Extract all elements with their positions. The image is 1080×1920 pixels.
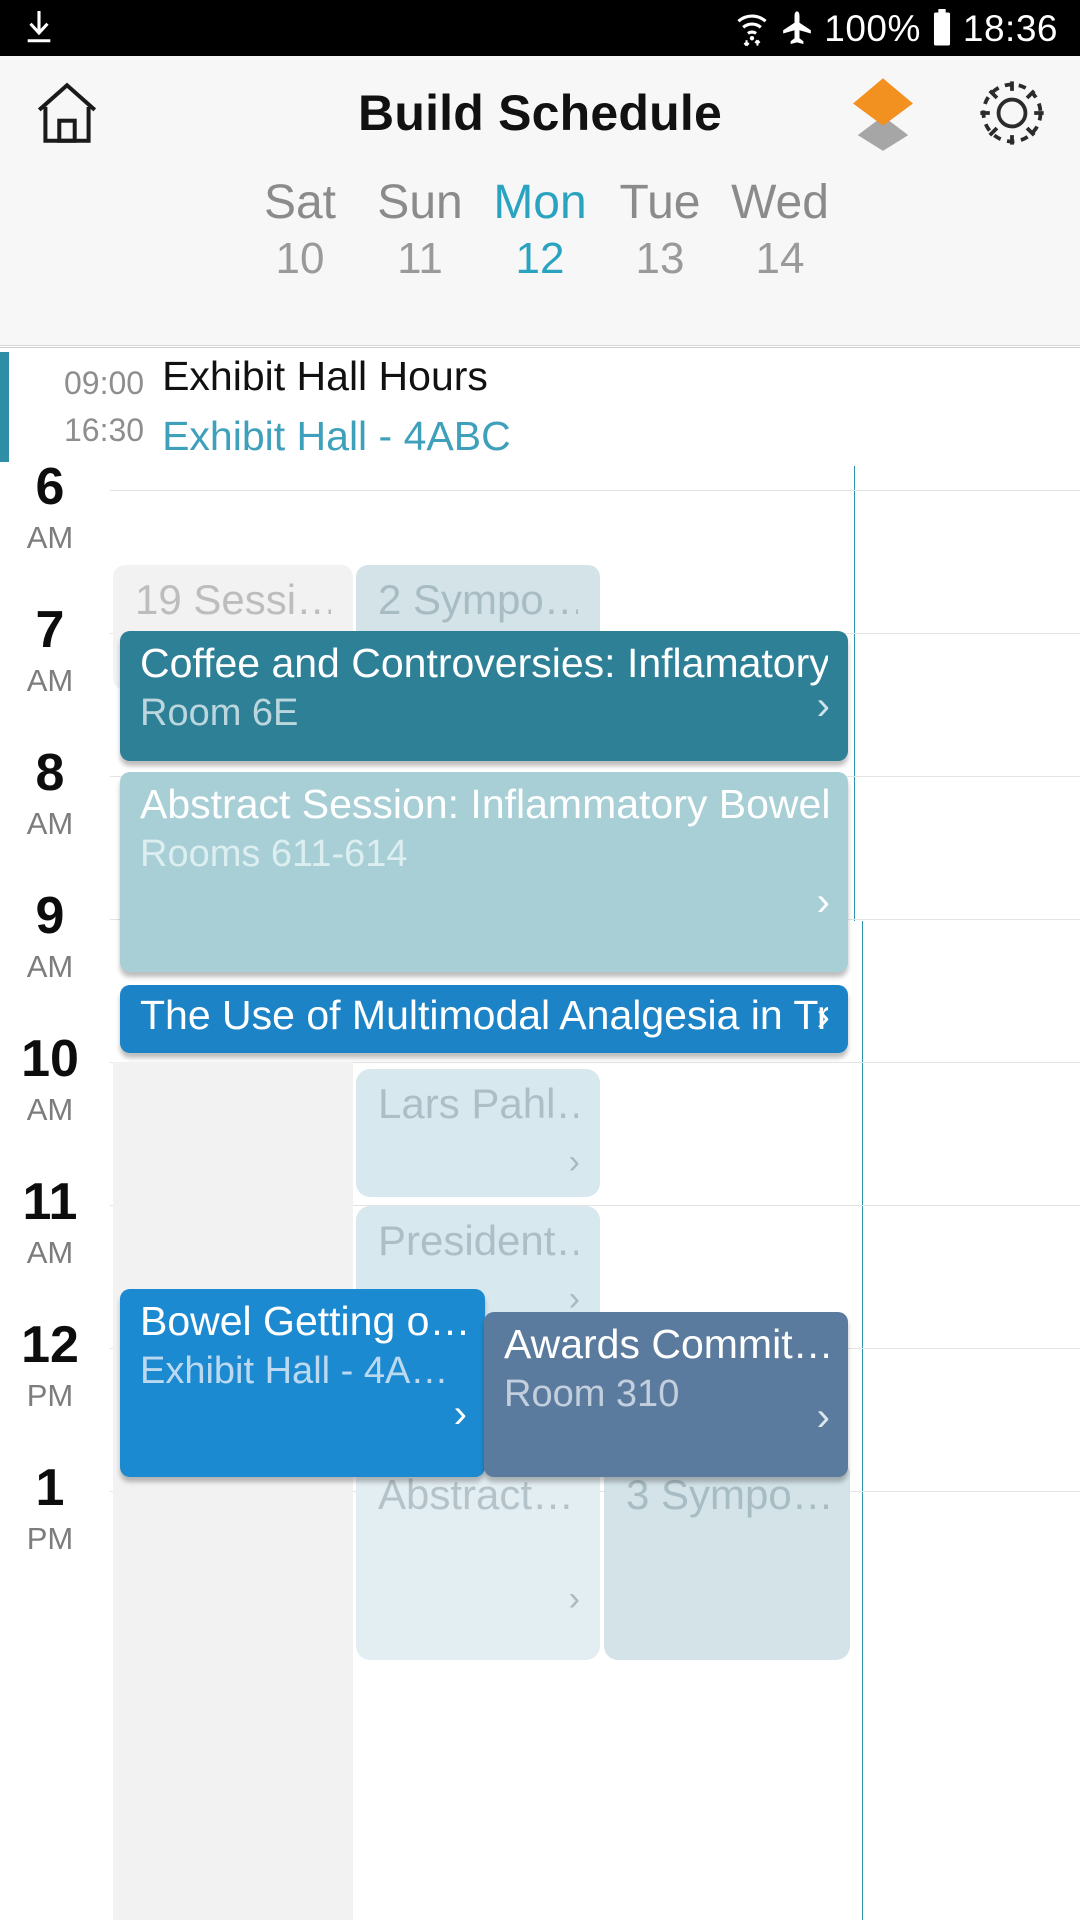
- day-tab-number: 12: [515, 234, 565, 284]
- hour-period: AM: [26, 1235, 74, 1270]
- header-actions: [842, 72, 1050, 154]
- day-tab-name: Sun: [377, 176, 463, 229]
- app-header: Build Schedule: [0, 56, 1080, 170]
- status-bar-right: 100% 18:36: [734, 9, 1058, 47]
- gear-icon[interactable]: [974, 75, 1050, 151]
- chevron-right-icon: ›: [816, 1395, 830, 1439]
- day-tab-number: 13: [635, 234, 685, 284]
- hour-gutter: 6 AM 7 AM 8 AM 9 AM 10 AM 11 AM 12 PM 1 …: [0, 466, 110, 1920]
- status-bar-left: [22, 8, 56, 48]
- hour-number: 8: [35, 744, 65, 802]
- day-tab-number: 10: [275, 234, 325, 284]
- hour-label-10am: 10 AM: [0, 1033, 100, 1125]
- battery-percent-label: 100%: [824, 7, 921, 49]
- day-tab-wed[interactable]: Wed 14: [720, 176, 840, 284]
- background-block-abstract[interactable]: Abstract… ›: [356, 1460, 600, 1660]
- hour-number: 11: [22, 1173, 78, 1231]
- background-block-label: 19 Sessi…: [135, 577, 331, 623]
- background-block-label: Lars Pahl…: [378, 1081, 578, 1127]
- hour-label-1pm: 1 PM: [0, 1462, 100, 1554]
- hour-period: PM: [26, 1378, 74, 1413]
- all-day-start-time: 09:00: [64, 365, 145, 402]
- day-tab-tue[interactable]: Tue 13: [600, 176, 720, 284]
- background-block-label: Abstract…: [378, 1472, 575, 1518]
- schedule-timeline[interactable]: 6 AM 7 AM 8 AM 9 AM 10 AM 11 AM 12 PM 1 …: [0, 466, 1080, 1920]
- chevron-right-icon: ›: [816, 880, 830, 924]
- event-title: Awards Commit…: [504, 1322, 828, 1367]
- event-location: Rooms 611-614: [140, 832, 408, 875]
- hour-number: 10: [21, 1030, 79, 1088]
- hour-number: 12: [21, 1316, 79, 1374]
- event-title: Abstract Session: Inflammatory Bowel…: [140, 782, 828, 827]
- hour-label-6am: 6 AM: [0, 466, 100, 553]
- background-block-lars-pahl[interactable]: Lars Pahl… ›: [356, 1069, 600, 1197]
- all-day-times: 09:00 16:30: [64, 360, 144, 453]
- hour-period: AM: [26, 520, 74, 555]
- day-tab-name: Sat: [263, 176, 337, 229]
- event-title: Bowel Getting o…: [140, 1299, 465, 1344]
- hour-number: 6: [35, 466, 65, 516]
- hour-label-12pm: 12 PM: [0, 1319, 100, 1411]
- hour-period: PM: [26, 1521, 74, 1556]
- day-tab-name: Mon: [493, 176, 587, 229]
- day-tab-name: Wed: [731, 176, 829, 229]
- day-tab-number: 14: [755, 234, 805, 284]
- background-block-3-symposia[interactable]: 3 Sympo…: [604, 1460, 850, 1660]
- day-tab-name: Tue: [619, 176, 701, 229]
- hour-label-9am: 9 AM: [0, 890, 100, 982]
- layers-diamond-icon[interactable]: [842, 72, 924, 154]
- background-block-label: 2 Sympo…: [378, 577, 578, 623]
- all-day-end-time: 16:30: [64, 411, 145, 448]
- event-title: Coffee and Controversies: Inflamatory…: [140, 641, 828, 686]
- status-bar: 100% 18:36: [0, 0, 1080, 56]
- event-location: Exhibit Hall - 4A…: [140, 1349, 449, 1392]
- hour-period: AM: [26, 1092, 74, 1127]
- day-tab-mon-selected[interactable]: Mon 12: [480, 176, 600, 284]
- chevron-right-icon: ›: [816, 684, 830, 728]
- download-icon: [27, 10, 51, 43]
- event-title: The Use of Multimodal Analgesia in Tr…: [140, 993, 828, 1038]
- airplane-mode-icon: [783, 11, 812, 45]
- chevron-right-icon: ›: [453, 1392, 467, 1436]
- event-card-multimodal-analgesia[interactable]: The Use of Multimodal Analgesia in Tr… ›: [120, 985, 848, 1053]
- day-tab-sun[interactable]: Sun 11: [360, 176, 480, 284]
- hour-period: AM: [26, 806, 74, 841]
- battery-icon: [933, 9, 950, 46]
- background-column-left-lower: [113, 1492, 353, 1920]
- all-day-location: Exhibit Hall - 4ABC: [162, 412, 511, 459]
- event-location: Room 310: [504, 1372, 680, 1415]
- event-card-bowel-getting[interactable]: Bowel Getting o… Exhibit Hall - 4A… ›: [120, 1289, 485, 1477]
- all-day-texts: Exhibit Hall Hours Exhibit Hall - 4ABC: [162, 347, 511, 466]
- day-selector-strip[interactable]: Sat 10 Sun 11 Mon 12 Tue 13 Wed 14: [0, 170, 1080, 346]
- day-tab-number: 11: [397, 234, 443, 284]
- hour-gridline: [110, 490, 1080, 491]
- all-day-event-banner[interactable]: 09:00 16:30 Exhibit Hall Hours Exhibit H…: [0, 347, 1080, 465]
- hour-number: 1: [35, 1459, 65, 1517]
- event-card-awards-committee[interactable]: Awards Commit… Room 310 ›: [484, 1312, 848, 1477]
- chevron-right-icon: ›: [568, 1580, 580, 1618]
- all-day-accent-bar: [0, 351, 9, 462]
- hour-period: AM: [26, 663, 74, 698]
- event-card-coffee-controversies[interactable]: Coffee and Controversies: Inflamatory… R…: [120, 631, 848, 761]
- hour-label-11am: 11 AM: [0, 1176, 100, 1268]
- day-edge-line-right-lower: [862, 921, 863, 1920]
- background-block-label: President…: [378, 1218, 578, 1264]
- background-block-label: 3 Sympo…: [626, 1472, 828, 1518]
- clock-label: 18:36: [962, 7, 1058, 49]
- event-card-abstract-session[interactable]: Abstract Session: Inflammatory Bowel… Ro…: [120, 772, 848, 972]
- hour-number: 7: [35, 601, 65, 659]
- day-tab-sat[interactable]: Sat 10: [240, 176, 360, 284]
- home-icon[interactable]: [30, 76, 104, 150]
- app-screen: 100% 18:36 Build Schedule Sat 10 Sun 11 …: [0, 0, 1080, 1920]
- chevron-right-icon: ›: [816, 995, 830, 1039]
- chevron-right-icon: ›: [568, 1143, 580, 1181]
- hour-label-7am: 7 AM: [0, 604, 100, 696]
- day-edge-line-right: [854, 466, 855, 921]
- all-day-title: Exhibit Hall Hours: [162, 353, 488, 400]
- hour-label-8am: 8 AM: [0, 747, 100, 839]
- wifi-icon: [737, 14, 767, 47]
- hour-number: 9: [35, 887, 65, 945]
- hour-period: AM: [26, 949, 74, 984]
- event-location: Room 6E: [140, 691, 299, 734]
